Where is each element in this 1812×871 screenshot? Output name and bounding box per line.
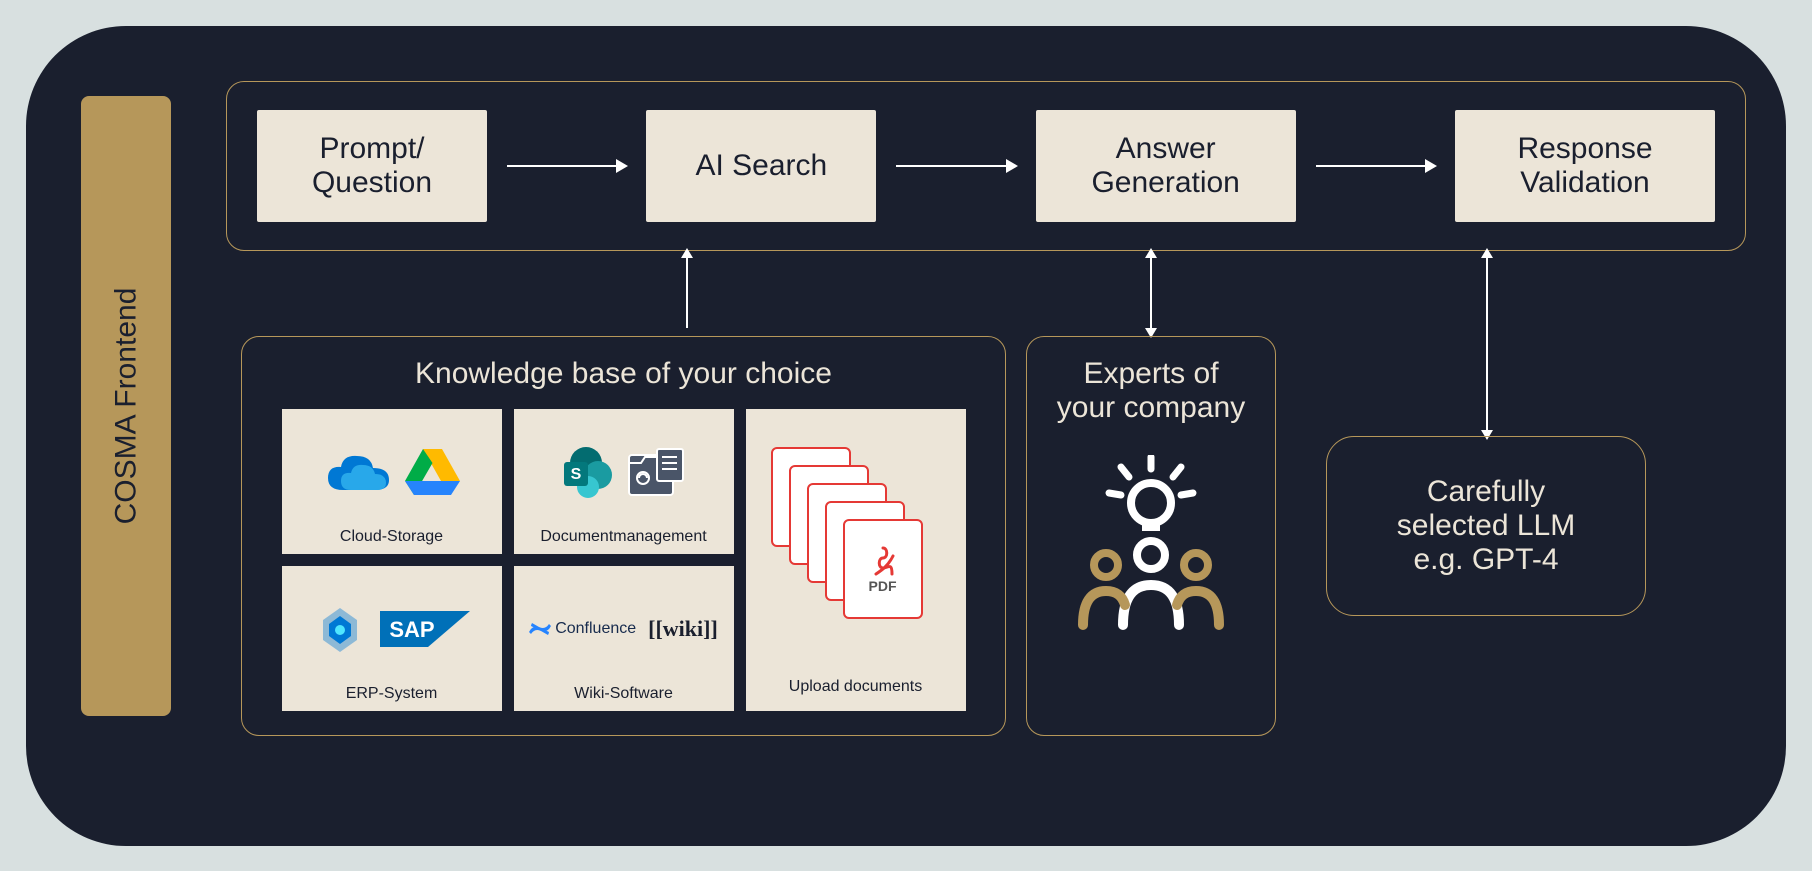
pdf-stack-icon: PDF	[771, 447, 941, 647]
tile-wiki-label: Wiki-Software	[574, 685, 673, 703]
arrow-2	[896, 165, 1015, 167]
step-response-line1: Response	[1517, 132, 1652, 166]
confluence-label: Confluence	[555, 620, 636, 638]
step-prompt: Prompt/ Question	[257, 110, 487, 222]
onedrive-icon	[323, 450, 393, 495]
svg-text:S: S	[571, 466, 582, 483]
tile-cloud-label: Cloud-Storage	[340, 528, 443, 546]
frontend-sidebar-label: COSMA Frontend	[109, 287, 143, 524]
llm-container: Carefully selected LLM e.g. GPT-4	[1326, 436, 1646, 616]
llm-line1: Carefully	[1397, 475, 1575, 509]
tile-erp-label: ERP-System	[346, 685, 438, 703]
svg-text:SAP: SAP	[389, 617, 434, 642]
connector-kb-to-search	[686, 258, 688, 328]
knowledge-base-container: Knowledge base of your choice Cloud-Stor…	[241, 336, 1006, 736]
llm-line3: e.g. GPT-4	[1397, 543, 1575, 577]
google-drive-icon	[405, 447, 460, 497]
pipeline-container: Prompt/ Question AI Search Answer Genera…	[226, 81, 1746, 251]
experts-container: Experts of your company	[1026, 336, 1276, 736]
tile-upload-documents: PDF Upload documents	[746, 409, 966, 711]
experts-line2: your company	[1057, 391, 1245, 425]
step-ai-search-label: AI Search	[695, 149, 827, 183]
confluence-icon	[529, 618, 551, 640]
llm-line2: selected LLM	[1397, 509, 1575, 543]
sap-icon: SAP	[380, 607, 470, 652]
step-ai-search: AI Search	[646, 110, 876, 222]
step-prompt-line2: Question	[312, 166, 432, 200]
step-response-line2: Validation	[1520, 166, 1650, 200]
dms-folder-icon	[627, 445, 687, 500]
connector-llm-to-response	[1486, 258, 1488, 430]
tile-erp: SAP ERP-System	[282, 566, 502, 711]
experts-team-icon	[1071, 455, 1231, 635]
arrow-3	[1316, 165, 1435, 167]
connector-experts-to-answer	[1150, 258, 1152, 328]
dynamics-icon	[313, 602, 368, 657]
tile-upload-label: Upload documents	[789, 678, 922, 696]
tile-document-management: S Documentmanagement	[514, 409, 734, 554]
tile-cloud-storage: Cloud-Storage	[282, 409, 502, 554]
step-prompt-line1: Prompt/	[319, 132, 424, 166]
knowledge-base-title: Knowledge base of your choice	[272, 357, 975, 391]
diagram-canvas: COSMA Frontend Prompt/ Question AI Searc…	[26, 26, 1786, 846]
arrow-1	[507, 165, 626, 167]
experts-line1: Experts of	[1083, 357, 1218, 391]
tile-wiki: Confluence [[wiki]] Wiki-Software	[514, 566, 734, 711]
wiki-badge: [[wiki]]	[648, 616, 718, 642]
pdf-badge: PDF	[869, 578, 897, 594]
frontend-sidebar: COSMA Frontend	[81, 96, 171, 716]
step-answer-line1: Answer	[1116, 132, 1216, 166]
step-response-validation: Response Validation	[1455, 110, 1715, 222]
tile-docmgmt-label: Documentmanagement	[540, 528, 706, 546]
step-answer-line2: Generation	[1091, 166, 1239, 200]
step-answer-generation: Answer Generation	[1036, 110, 1296, 222]
sharepoint-icon: S	[560, 445, 615, 500]
